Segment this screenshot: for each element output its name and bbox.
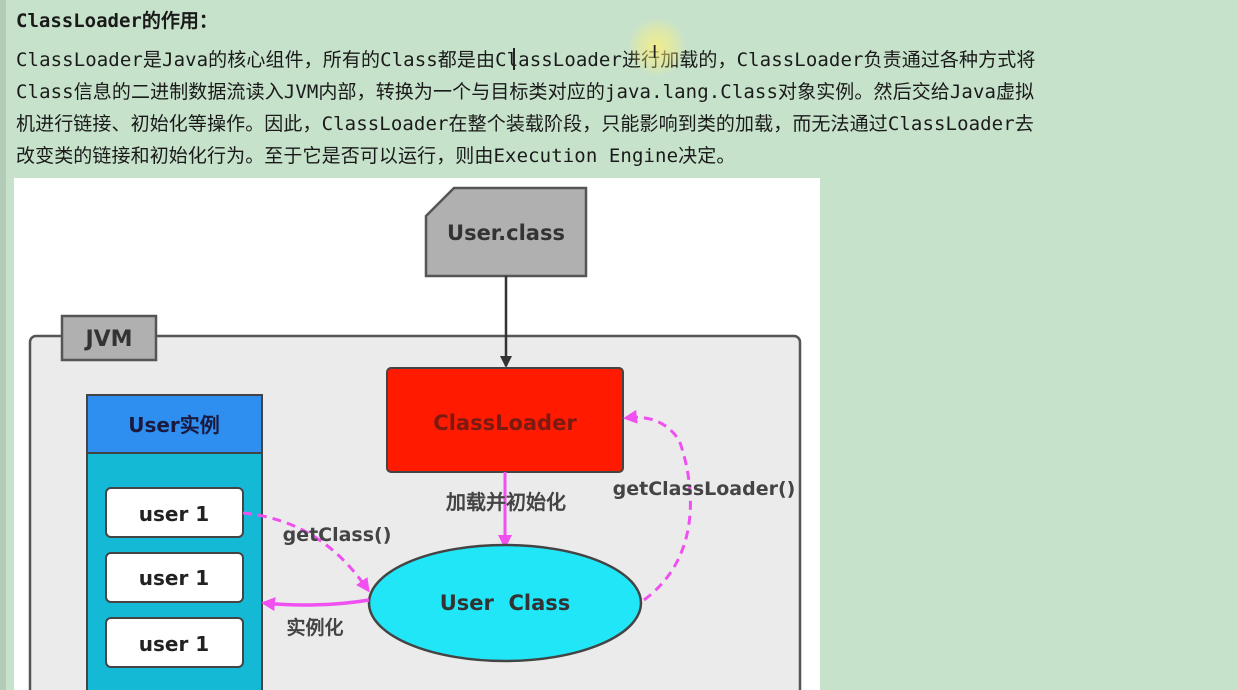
section-heading: ClassLoader的作用： xyxy=(16,10,218,32)
user-instance-label: user 1 xyxy=(139,566,209,590)
instantiate-label: 实例化 xyxy=(286,616,343,639)
classloader-diagram: JVM User.class ClassLoader 加载并初始化 User实例… xyxy=(14,178,820,690)
left-margin-strip xyxy=(0,0,6,690)
text-caret xyxy=(513,48,515,70)
document-page: ClassLoader的作用： ClassLoader是Java的核心组件，所有… xyxy=(0,0,1238,690)
classloader-label: ClassLoader xyxy=(433,411,577,435)
user-instance-label: user 1 xyxy=(139,632,209,656)
get-classloader-label: getClassLoader() xyxy=(613,478,796,500)
paragraph-line: 机进行链接、初始化等操作。因此，ClassLoader在整个装载阶段，只能影响到… xyxy=(16,113,1034,135)
body-paragraph: ClassLoader是Java的核心组件，所有的Class都是由ClassLo… xyxy=(16,44,1238,172)
paragraph-line: 改变类的链接和初始化行为。至于它是否可以运行，则由Execution Engin… xyxy=(16,145,736,167)
instances-header-label: User实例 xyxy=(128,413,220,437)
paragraph-line: ClassLoader是Java的核心组件，所有的Class都是由ClassLo… xyxy=(16,49,1036,71)
jvm-label: JVM xyxy=(83,327,132,352)
user-class-label: User Class xyxy=(440,591,571,615)
get-class-label: getClass() xyxy=(283,524,392,546)
user-instance-label: user 1 xyxy=(139,502,209,526)
load-init-label: 加载并初始化 xyxy=(445,490,566,514)
paragraph-line: Class信息的二进制数据流读入JVM内部，转换为一个与目标类对应的java.l… xyxy=(16,81,1035,103)
user-class-file-label: User.class xyxy=(447,221,565,245)
ibeam-cursor-icon: I xyxy=(652,42,658,63)
